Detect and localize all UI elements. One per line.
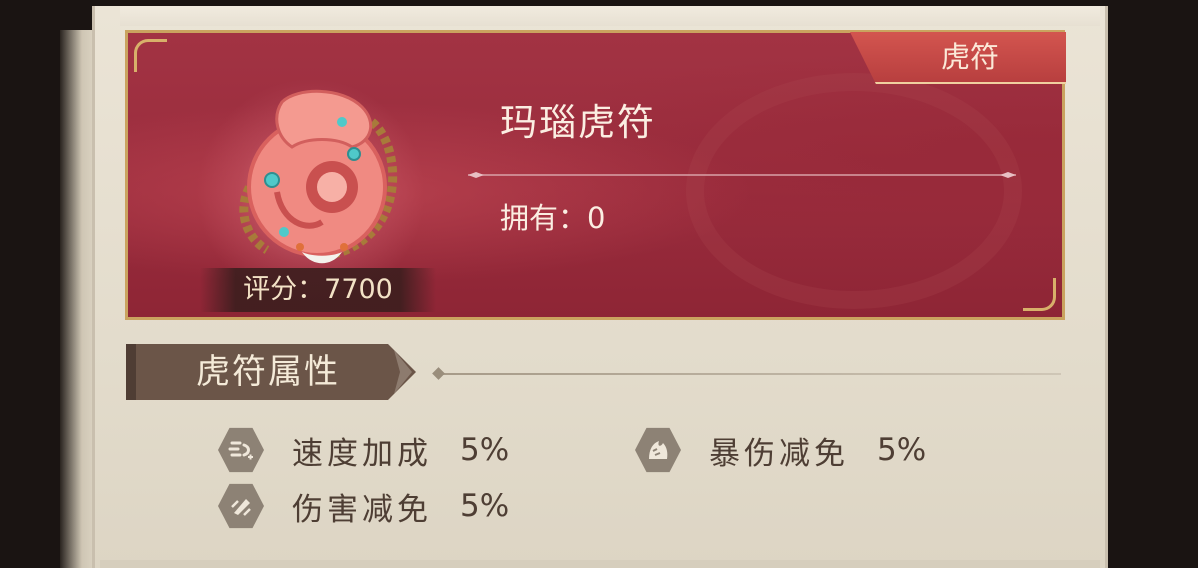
attribute-row: 暴伤减免 5%	[635, 424, 926, 476]
attribute-row: 速度加成 5%	[218, 424, 509, 476]
card-corner-ornament	[1023, 278, 1056, 311]
attribute-row: 伤害减免 5%	[218, 480, 509, 532]
title-divider	[468, 172, 1016, 178]
crit-resist-icon	[635, 427, 681, 473]
attribute-value: 5%	[877, 432, 927, 468]
attribute-value: 5%	[460, 432, 510, 468]
owned-count: 拥有：0	[500, 201, 606, 235]
score-label: 评分：7700	[243, 274, 393, 305]
item-name: 玛瑙虎符	[500, 101, 656, 144]
card-corner-ornament	[134, 39, 167, 72]
panel-bottom-strip	[100, 560, 1100, 568]
attribute-label: 伤害减免	[292, 491, 432, 528]
card-background-swirl	[686, 73, 1022, 309]
agate-tiger-tally-icon[interactable]	[222, 82, 412, 272]
section-title: 虎符属性	[196, 352, 340, 392]
attribute-value: 5%	[460, 488, 510, 524]
section-divider-line	[436, 373, 1061, 375]
category-tag-label: 虎符	[940, 40, 999, 74]
speed-icon	[218, 427, 264, 473]
damage-reduction-icon	[218, 483, 264, 529]
attribute-label: 速度加成	[292, 435, 432, 472]
attribute-label: 暴伤减免	[709, 435, 849, 472]
panel-top-strip	[120, 6, 1100, 26]
